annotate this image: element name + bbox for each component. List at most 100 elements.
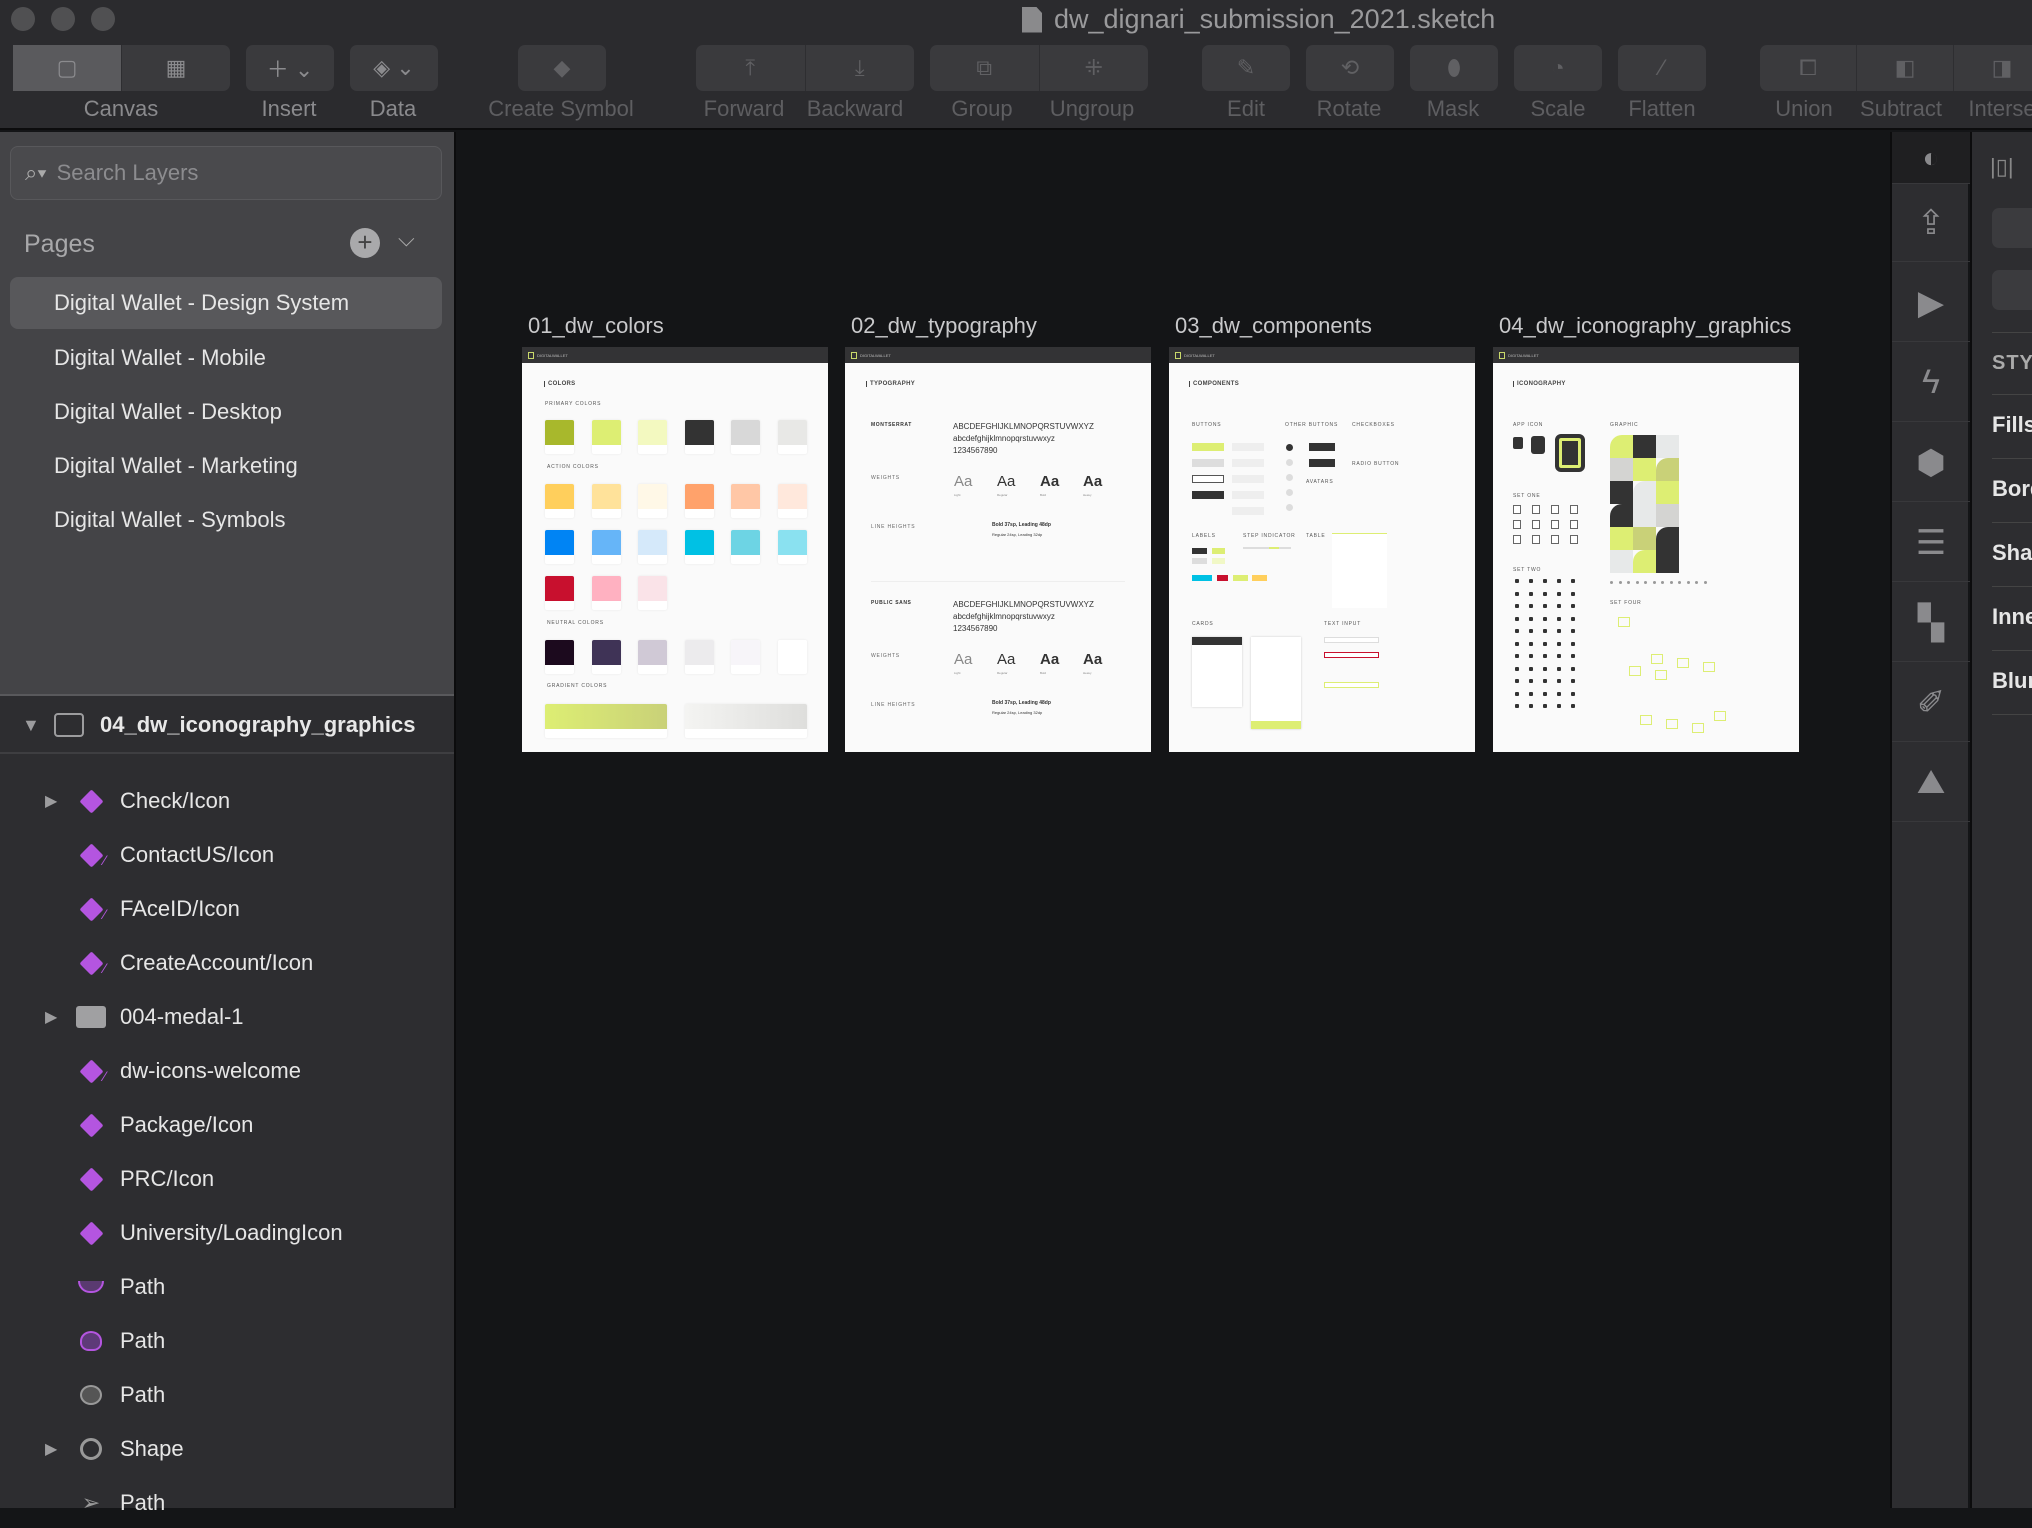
- color-swatch[interactable]: [638, 640, 667, 674]
- ungroup-button[interactable]: ⁜: [1040, 45, 1149, 91]
- gradient-swatch[interactable]: [685, 704, 807, 738]
- artboard-typography[interactable]: DIGITALWALLET TYPOGRAPHY MONTSERRAT ABCDE…: [845, 347, 1151, 752]
- color-swatch[interactable]: [545, 484, 574, 518]
- canvas-view-button[interactable]: ▢: [13, 45, 122, 91]
- page-item[interactable]: Digital Wallet - Design System: [10, 277, 442, 329]
- fills-section[interactable]: Fills: [1992, 412, 2032, 438]
- close-window-button[interactable]: [11, 7, 35, 31]
- layer-row[interactable]: Path: [0, 1370, 454, 1420]
- layer-row[interactable]: Path: [0, 1316, 454, 1366]
- color-swatch[interactable]: [592, 576, 621, 610]
- grid-view-button[interactable]: ▦: [122, 45, 230, 91]
- page-item[interactable]: Digital Wallet - Marketing: [10, 440, 442, 492]
- blur-section[interactable]: Blur: [1992, 668, 2032, 694]
- intersect-button[interactable]: ◨: [1954, 45, 2032, 91]
- page-item[interactable]: Digital Wallet - Symbols: [10, 494, 442, 546]
- layer-row[interactable]: Package/Icon: [0, 1100, 454, 1150]
- artboard-colors[interactable]: DIGITALWALLET COLORS PRIMARY COLORS ACTI…: [522, 347, 828, 752]
- color-swatch[interactable]: [778, 420, 807, 454]
- gradient-swatch[interactable]: [545, 704, 667, 738]
- union-button[interactable]: ⧠: [1760, 45, 1857, 91]
- plugins-button[interactable]: ⬢: [1892, 424, 1970, 502]
- color-swatch[interactable]: [731, 530, 760, 564]
- canvas[interactable]: 01_dw_colors DIGITALWALLET COLORS PRIMAR…: [458, 132, 1888, 1508]
- color-swatch[interactable]: [685, 640, 714, 674]
- color-swatch[interactable]: [731, 420, 760, 454]
- layer-row[interactable]: ⁄ dw-icons-welcome: [0, 1046, 454, 1096]
- edit-button[interactable]: ✎: [1202, 45, 1290, 91]
- minimize-window-button[interactable]: [51, 7, 75, 31]
- artboard-title[interactable]: 02_dw_typography: [851, 313, 1037, 339]
- flatten-button[interactable]: ⁄: [1618, 45, 1706, 91]
- scale-button[interactable]: ◔: [1514, 45, 1602, 91]
- color-swatch[interactable]: [592, 484, 621, 518]
- disclosure-expanded-icon[interactable]: ▼: [22, 715, 40, 736]
- color-swatch[interactable]: [638, 530, 667, 564]
- layer-row[interactable]: University/LoadingIcon: [0, 1208, 454, 1258]
- layer-row[interactable]: ▶ Check/Icon: [0, 776, 454, 826]
- color-swatch[interactable]: [545, 420, 574, 454]
- page-item[interactable]: Digital Wallet - Desktop: [10, 386, 442, 438]
- color-swatch[interactable]: [592, 420, 621, 454]
- color-swatch[interactable]: [638, 576, 667, 610]
- zoom-window-button[interactable]: [91, 7, 115, 31]
- color-swatch[interactable]: [731, 484, 760, 518]
- color-swatch[interactable]: [545, 576, 574, 610]
- disclosure-icon[interactable]: ▶: [45, 1007, 57, 1027]
- layer-row[interactable]: ⁄ FAceID/Icon: [0, 884, 454, 934]
- layout-button[interactable]: ☰: [1892, 504, 1970, 582]
- disclosure-icon[interactable]: ▶: [45, 1439, 57, 1459]
- layer-row[interactable]: ▶ 004-medal-1: [0, 992, 454, 1042]
- artboard-title[interactable]: 04_dw_iconography_graphics: [1499, 313, 1791, 339]
- components-button[interactable]: ▚: [1892, 584, 1970, 662]
- layer-row[interactable]: ➢ Path: [0, 1478, 454, 1528]
- color-swatch[interactable]: [778, 530, 807, 564]
- search-layers-field[interactable]: ⌕▾: [10, 146, 442, 200]
- export-button[interactable]: ⇪: [1892, 184, 1970, 262]
- shadows-section[interactable]: Sha: [1992, 540, 2032, 566]
- layer-row[interactable]: Path: [0, 1262, 454, 1312]
- color-swatch[interactable]: [685, 420, 714, 454]
- color-swatch[interactable]: [638, 484, 667, 518]
- add-image-button[interactable]: ⛰: [1892, 744, 1970, 822]
- color-swatch[interactable]: [778, 484, 807, 518]
- layer-row[interactable]: ⁄ CreateAccount/Icon: [0, 938, 454, 988]
- color-swatch[interactable]: [685, 530, 714, 564]
- inner-shadows-section[interactable]: Inne: [1992, 604, 2032, 630]
- search-layers-input[interactable]: [56, 160, 417, 186]
- forward-button[interactable]: ⤒: [696, 45, 806, 91]
- artboard-components[interactable]: DIGITALWALLET COMPONENTS BUTTONS OTHER BU…: [1169, 347, 1475, 752]
- group-button[interactable]: ⧉: [930, 45, 1040, 91]
- subtract-button[interactable]: ◧: [1857, 45, 1954, 91]
- page-item[interactable]: Digital Wallet - Mobile: [10, 332, 442, 384]
- disclosure-icon[interactable]: ▶: [45, 791, 57, 811]
- artboard-title[interactable]: 01_dw_colors: [528, 313, 664, 339]
- edit-vector-button[interactable]: ✐: [1892, 664, 1970, 742]
- layer-row[interactable]: ▶ Shape: [0, 1424, 454, 1474]
- prototype-button[interactable]: ϟ: [1892, 344, 1970, 422]
- create-symbol-button[interactable]: ◆: [518, 45, 606, 91]
- color-swatch[interactable]: [592, 640, 621, 674]
- color-swatch[interactable]: [592, 530, 621, 564]
- backward-button[interactable]: ⤓: [806, 45, 915, 91]
- inspector-field[interactable]: [1992, 208, 2032, 248]
- insert-button[interactable]: ＋ ⌄: [246, 45, 334, 91]
- mask-button[interactable]: ⬮: [1410, 45, 1498, 91]
- collapse-pages-button[interactable]: ⌵: [398, 226, 415, 252]
- color-swatch[interactable]: [685, 484, 714, 518]
- borders-section[interactable]: Bord: [1992, 476, 2032, 502]
- rotate-button[interactable]: ⟲: [1306, 45, 1394, 91]
- color-swatch[interactable]: [545, 530, 574, 564]
- theme-button[interactable]: ◐: [1892, 132, 1970, 184]
- artboard-title[interactable]: 03_dw_components: [1175, 313, 1372, 339]
- color-swatch[interactable]: [545, 640, 574, 674]
- color-swatch[interactable]: [731, 640, 760, 674]
- inspector-field[interactable]: [1992, 270, 2032, 310]
- artboard-iconography[interactable]: DIGITALWALLET ICONOGRAPHY APP ICON GRAPHI…: [1493, 347, 1799, 752]
- layer-row[interactable]: PRC/Icon: [0, 1154, 454, 1204]
- add-page-button[interactable]: +: [350, 228, 380, 258]
- layer-row[interactable]: ⁄ ContactUS/Icon: [0, 830, 454, 880]
- preview-button[interactable]: ▶: [1892, 264, 1970, 342]
- color-swatch[interactable]: [638, 420, 667, 454]
- artboard-group-row[interactable]: ▼ 04_dw_iconography_graphics: [0, 698, 454, 754]
